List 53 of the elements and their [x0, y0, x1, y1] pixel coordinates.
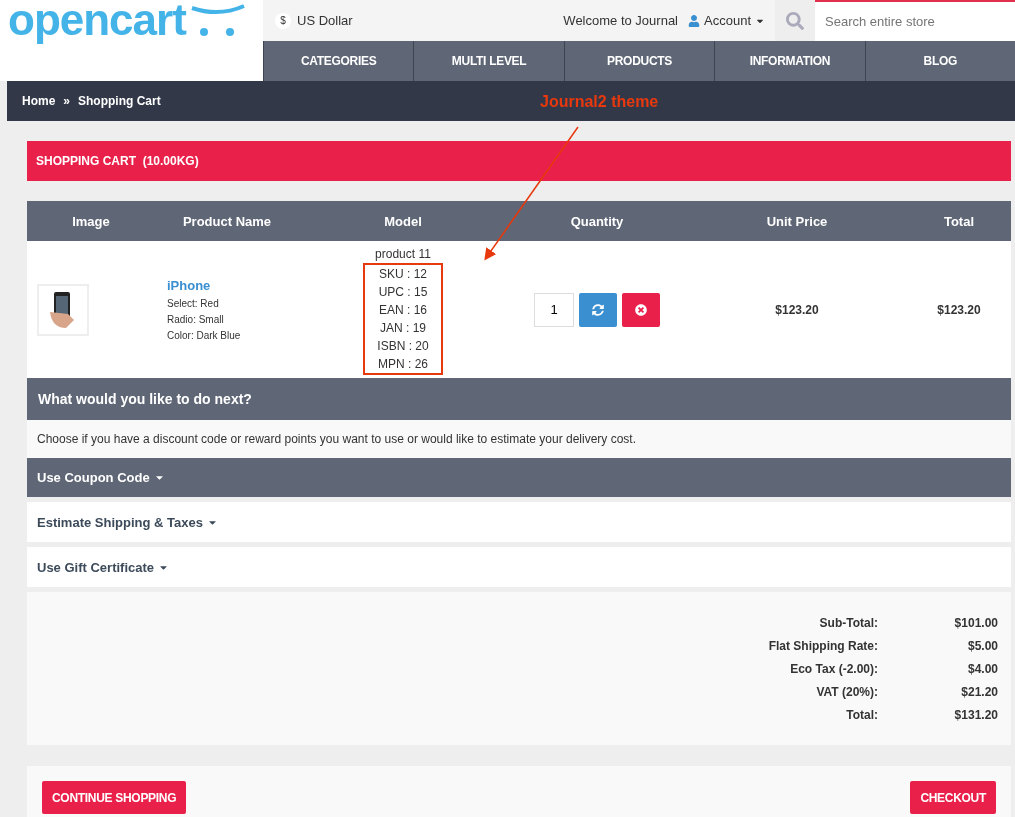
- product-code: SKU : 12: [379, 265, 427, 283]
- quantity-input[interactable]: 1: [534, 292, 574, 327]
- checkout-button[interactable]: CHECKOUT: [910, 781, 996, 814]
- product-thumbnail[interactable]: [37, 283, 89, 336]
- annotation-text: Journal2 theme: [540, 93, 659, 111]
- accordion-header[interactable]: Use Coupon Code: [27, 458, 1011, 497]
- product-code: MPN : 26: [378, 355, 428, 373]
- breadcrumb-separator: »: [63, 94, 71, 108]
- total-label: Sub-Total:: [818, 615, 878, 630]
- product-option: Color: Dark Blue: [167, 330, 299, 341]
- user-icon: [688, 14, 700, 27]
- account-menu[interactable]: Account: [688, 13, 765, 28]
- total-label: Flat Shipping Rate:: [767, 638, 878, 653]
- product-code: EAN : 16: [379, 301, 427, 319]
- column-header: Total: [942, 213, 976, 229]
- remove-icon: [635, 303, 647, 316]
- currency-symbol[interactable]: $: [275, 12, 291, 29]
- currency-selector[interactable]: US Dollar: [297, 13, 353, 28]
- total-label: Eco Tax (-2.00):: [789, 661, 878, 676]
- remove-button[interactable]: [622, 292, 660, 327]
- product-option: Radio: Small: [167, 314, 299, 325]
- total-label: Total:: [845, 707, 878, 722]
- column-header: Product Name: [181, 213, 273, 229]
- refresh-button[interactable]: [579, 292, 617, 327]
- unit-price: $123.20: [774, 302, 820, 317]
- product-code: JAN : 19: [380, 319, 426, 337]
- refresh-icon: [592, 303, 604, 316]
- accordion-header[interactable]: Estimate Shipping & Taxes: [27, 502, 1011, 542]
- breadcrumb-link[interactable]: Home: [22, 94, 56, 108]
- accordion-header[interactable]: Use Gift Certificate: [27, 547, 1011, 587]
- total-value: $131.20: [953, 707, 998, 722]
- continue-button[interactable]: CONTINUE SHOPPING: [42, 781, 187, 814]
- total-value: $101.00: [953, 615, 998, 630]
- column-header: Unit Price: [765, 213, 829, 229]
- welcome-text: Welcome to Journal: [563, 13, 678, 28]
- cart-title: SHOPPING CART (10.00KG): [27, 141, 1011, 181]
- column-header: Image: [71, 213, 111, 229]
- total-value: $5.00: [966, 638, 998, 653]
- column-header: Model: [383, 213, 423, 229]
- breadcrumb-link[interactable]: Shopping Cart: [78, 94, 161, 108]
- section-heading: What would you like to do next?: [27, 378, 1011, 420]
- line-total: $123.20: [936, 302, 982, 317]
- total-label: VAT (20%):: [815, 684, 878, 699]
- model-name: product 11: [375, 245, 431, 263]
- column-header: Quantity: [569, 213, 625, 229]
- search-field[interactable]: Search entire store: [815, 0, 1015, 41]
- product-link[interactable]: iPhone: [167, 278, 299, 293]
- section-description: Choose if you have a discount code or reward points you want to use or would like to estimate your delivery cost.: [27, 420, 1011, 458]
- total-value: $21.20: [960, 684, 998, 699]
- product-option: Select: Red: [167, 298, 299, 309]
- product-code: ISBN : 20: [377, 337, 429, 355]
- product-code: UPC : 15: [378, 283, 428, 301]
- total-value: $4.00: [966, 661, 998, 676]
